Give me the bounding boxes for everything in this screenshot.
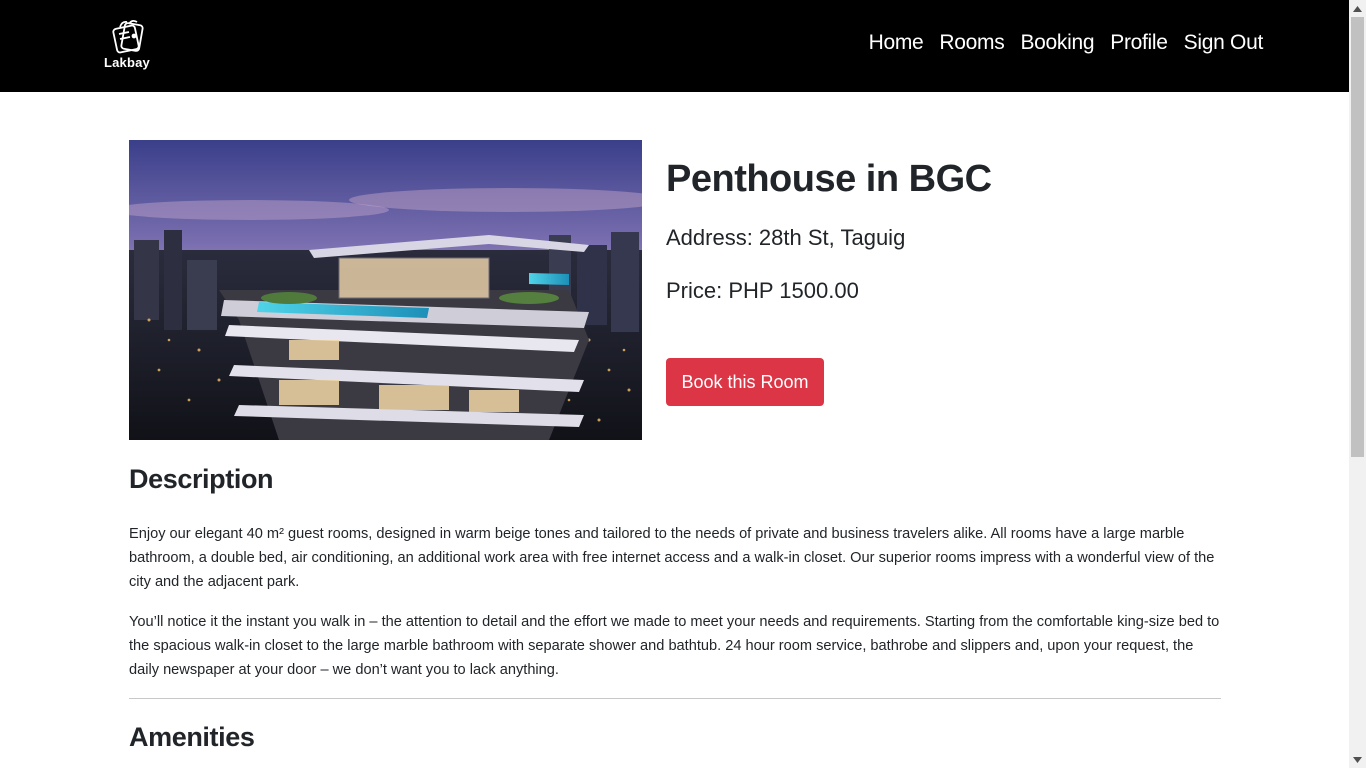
brand-name: Lakbay	[103, 55, 150, 70]
description-heading: Description	[129, 464, 274, 494]
nav-sign-out[interactable]: Sign Out	[1184, 31, 1264, 55]
penthouse-photo	[129, 140, 642, 440]
nav-links: Home Rooms Booking Profile Sign Out	[869, 31, 1264, 55]
nav-home[interactable]: Home	[869, 31, 924, 55]
nav-rooms[interactable]: Rooms	[939, 31, 1004, 55]
scroll-down-arrow-icon[interactable]	[1349, 751, 1366, 768]
nav-booking[interactable]: Booking	[1020, 31, 1094, 55]
nav-profile[interactable]: Profile	[1110, 31, 1168, 55]
description-paragraph: You’ll notice it the instant you walk in…	[129, 614, 1220, 678]
luggage-icon	[112, 19, 144, 54]
section-divider	[129, 698, 1221, 699]
scroll-up-arrow-icon[interactable]	[1349, 0, 1366, 17]
description-paragraph: Enjoy our elegant 40 m² guest rooms, des…	[129, 526, 1215, 590]
top-navbar: Lakbay Home Rooms Booking Profile Sign O…	[0, 0, 1349, 92]
page: Lakbay Home Rooms Booking Profile Sign O…	[0, 0, 1366, 768]
vertical-scrollbar[interactable]	[1349, 0, 1366, 768]
scrollbar-thumb[interactable]	[1351, 17, 1364, 457]
room-price: Price: PHP 1500.00	[666, 278, 859, 303]
amenities-heading: Amenities	[129, 722, 255, 752]
book-room-button[interactable]: Book this Room	[666, 358, 824, 406]
room-address: Address: 28th St, Taguig	[666, 225, 906, 250]
room-image	[129, 140, 642, 440]
room-info: Penthouse in BGC Address: 28th St, Tagui…	[666, 140, 992, 406]
brand-logo[interactable]: Lakbay	[100, 18, 154, 74]
room-title: Penthouse in BGC	[666, 158, 992, 200]
